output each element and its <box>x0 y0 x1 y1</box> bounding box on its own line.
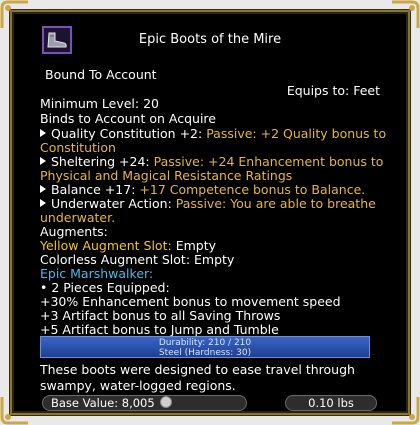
effect-description: Passive: +2 Quality bonus to <box>206 126 387 141</box>
durability-text: Durability: 210 / 210 <box>158 338 252 348</box>
frame-corner-ornament-icon <box>390 395 420 425</box>
item-name: Epic Boots of the Mire <box>138 32 282 47</box>
item-description: These boots were designed to ease travel… <box>40 362 355 393</box>
set-bonus: +5 Artifact bonus to Jump and Tumble <box>40 322 279 337</box>
effect-name: Balance +17: <box>51 182 136 197</box>
effect-name: Sheltering +24: <box>51 154 150 169</box>
base-value: Base Value: 8,005 <box>42 395 247 411</box>
augments-header: Augments: <box>40 224 108 239</box>
effect-row: Balance +17: +17 Competence bonus to Bal… <box>40 182 365 197</box>
minimum-level: Minimum Level: 20 <box>40 96 159 111</box>
frame-corner-ornament-icon <box>0 395 30 425</box>
effect-name: Quality Constitution +2: <box>51 126 203 141</box>
colorless-augment-label: Colorless Augment Slot: <box>40 252 191 267</box>
colorless-augment-value: Empty <box>194 252 235 267</box>
colorless-augment-slot: Colorless Augment Slot: Empty <box>40 252 234 267</box>
frame-corner-ornament-icon <box>390 0 420 30</box>
equip-slot: Equips to: Feet <box>286 83 380 98</box>
effect-description-cont: Constitution <box>40 140 116 155</box>
durability-bar: Durability: 210 / 210 Steel (Hardness: 3… <box>40 336 370 358</box>
triangle-bullet-icon <box>40 199 46 207</box>
base-value-text: Base Value: 8,005 <box>51 396 155 410</box>
effect-row: Quality Constitution +2: Passive: +2 Qua… <box>40 126 386 141</box>
frame-corner-ornament-icon <box>0 0 30 30</box>
effect-description: +17 Competence bonus to Balance. <box>139 182 366 197</box>
item-tooltip: Epic Boots of the Mire Bound To Account … <box>0 0 420 425</box>
yellow-augment-slot: Yellow Augment Slot: Empty <box>40 238 216 253</box>
coin-icon <box>159 396 172 408</box>
binding-rule: Binds to Account on Acquire <box>40 111 216 126</box>
set-bonus: +3 Artifact bonus to all Saving Throws <box>40 308 281 323</box>
effect-description: Passive: You are able to breathe <box>175 196 376 211</box>
effect-row: Underwater Action: Passive: You are able… <box>40 196 376 211</box>
effect-row: Sheltering +24: Passive: +24 Enhancement… <box>40 154 383 169</box>
set-bonus: +30% Enhancement bonus to movement speed <box>40 294 341 309</box>
effect-description: Passive: +24 Enhancement bonus to <box>153 154 384 169</box>
set-pieces: • 2 Pieces Equipped: <box>40 280 170 295</box>
triangle-bullet-icon <box>40 157 46 165</box>
triangle-bullet-icon <box>40 129 46 137</box>
yellow-augment-label: Yellow Augment Slot: <box>40 238 172 253</box>
effect-description-cont: Physical and Magical Resistance Ratings <box>40 168 293 183</box>
effect-name: Underwater Action: <box>51 196 172 211</box>
material-text: Steel (Hardness: 30) <box>158 348 252 358</box>
effect-description-cont: underwater. <box>40 210 116 225</box>
triangle-bullet-icon <box>40 185 46 193</box>
item-weight: 0.10 lbs <box>285 395 377 411</box>
set-name: Epic Marshwalker: <box>40 266 154 281</box>
bound-status: Bound To Account <box>45 67 157 82</box>
yellow-augment-value: Empty <box>175 238 216 253</box>
